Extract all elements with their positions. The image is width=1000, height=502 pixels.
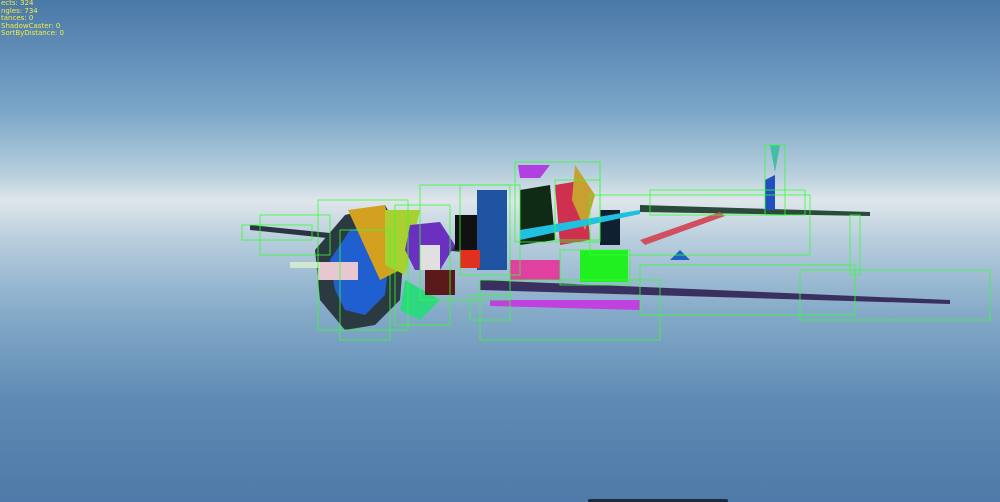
stat-sortbydistance: SortByDistance: 0	[1, 29, 64, 38]
3d-viewport[interactable]	[0, 0, 1000, 502]
debug-stats-overlay: ects: 324 ngles: 734 tances: 0 ShadowCas…	[1, 0, 64, 38]
